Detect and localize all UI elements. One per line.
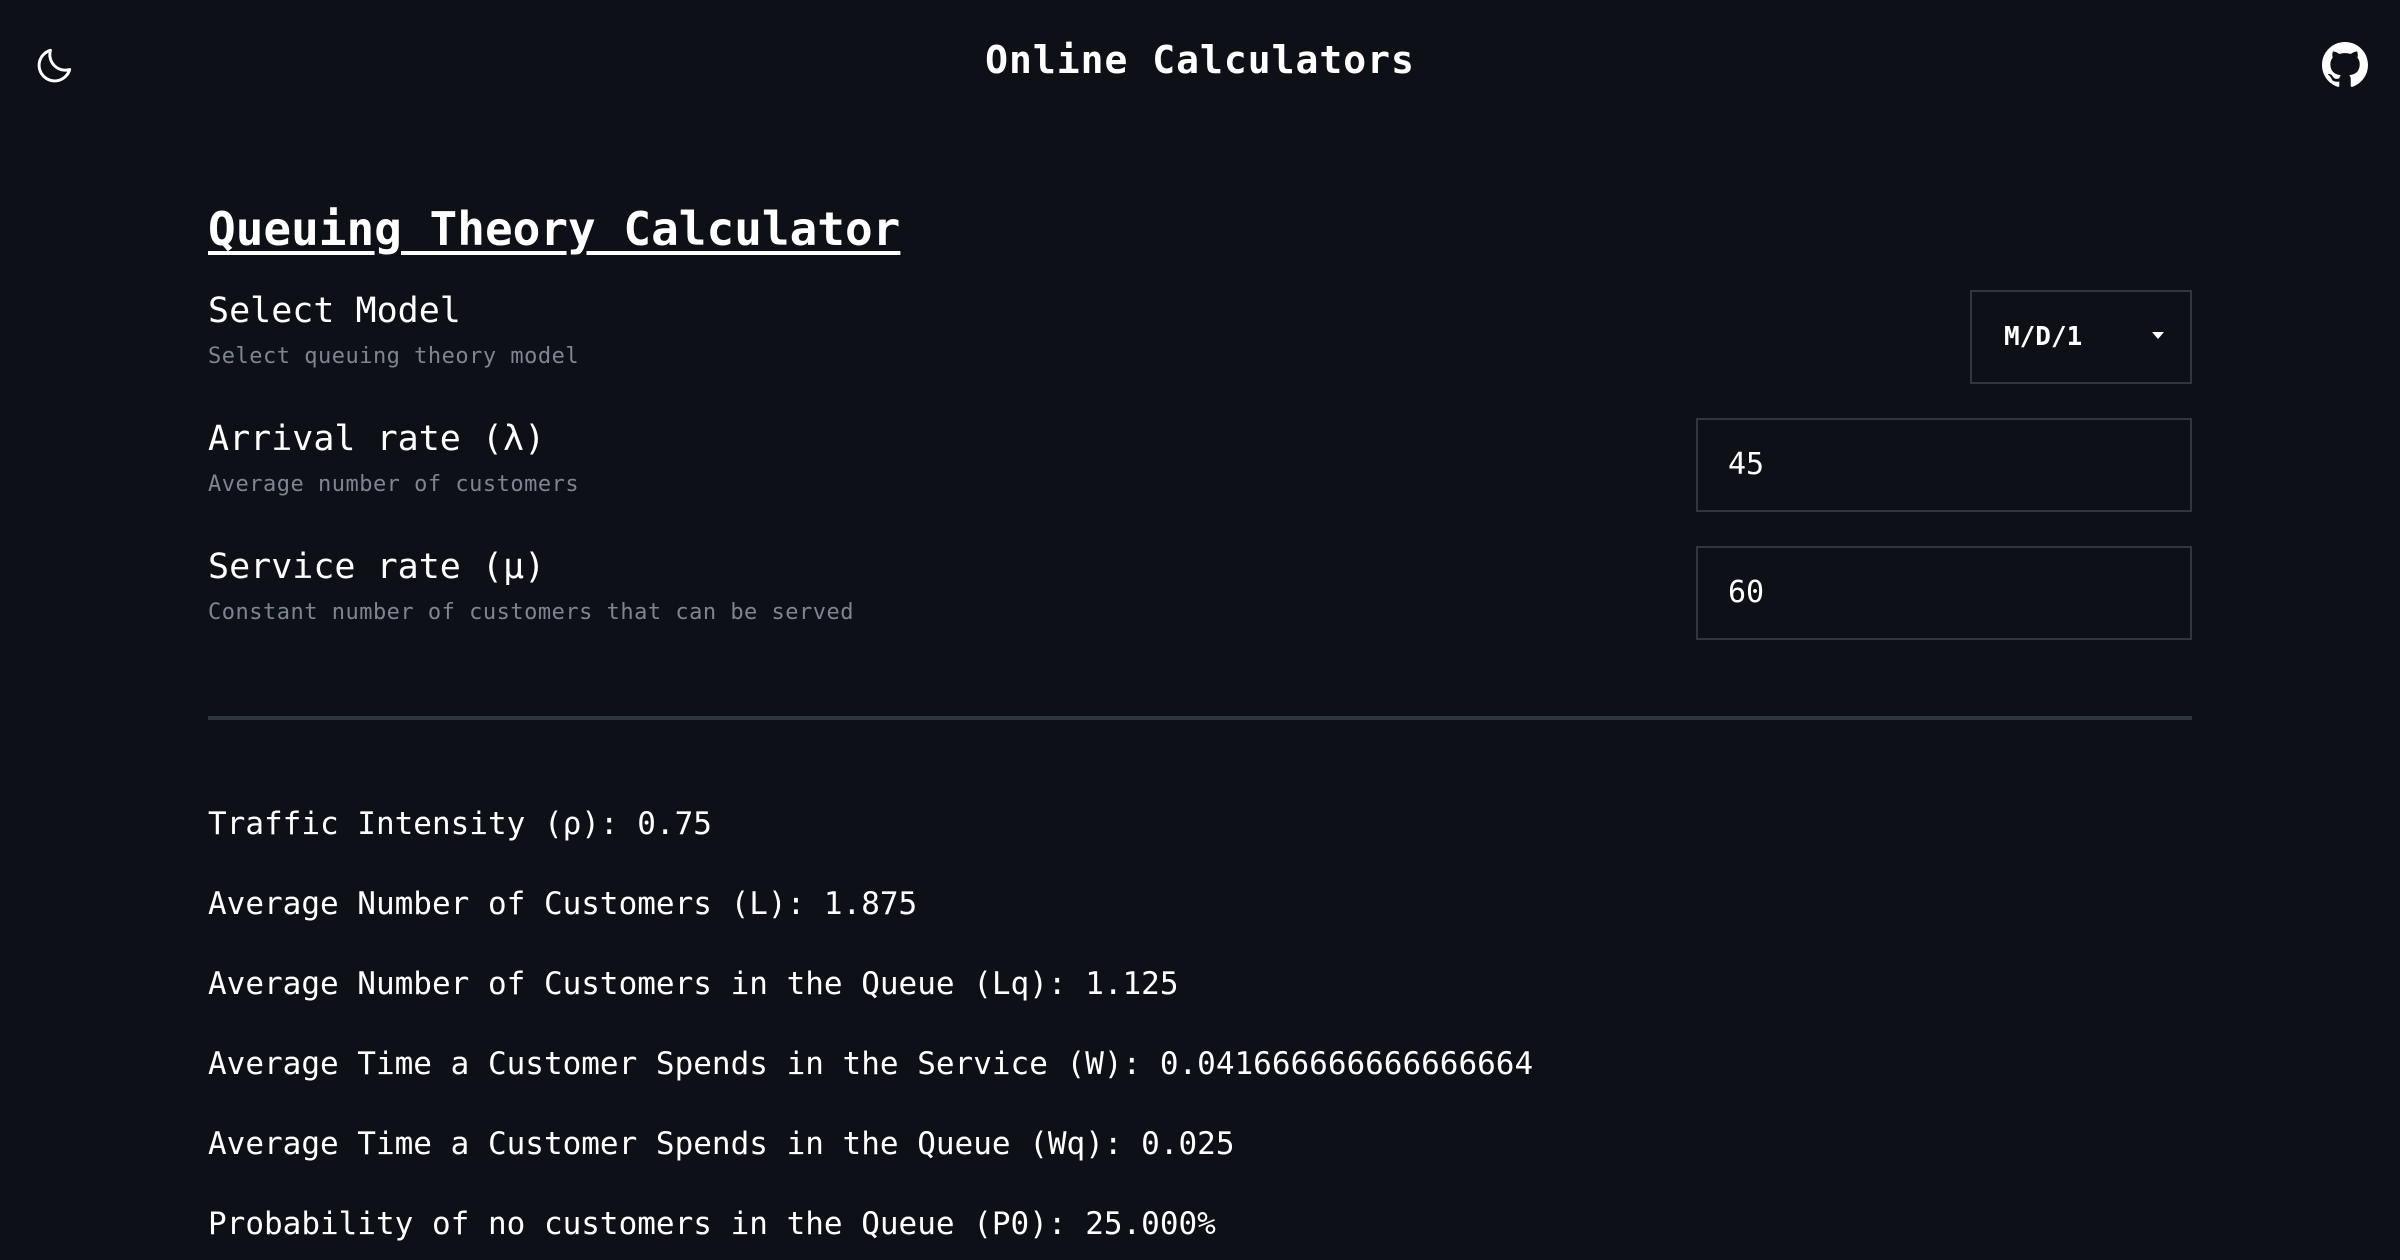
model-hint: Select queuing theory model xyxy=(208,343,580,369)
calculator-form: Queuing Theory Calculator Select Model S… xyxy=(208,200,2192,674)
result-avg-customers: Average Number of Customers (L): 1.875 xyxy=(208,886,918,922)
github-icon xyxy=(2322,42,2368,87)
model-label: Select Model xyxy=(208,290,461,331)
result-avg-time-queue: Average Time a Customer Spends in the Qu… xyxy=(208,1126,1235,1162)
results-section: Traffic Intensity (ρ): 0.75 Average Numb… xyxy=(208,800,2192,1260)
result-avg-time-service: Average Time a Customer Spends in the Se… xyxy=(208,1046,1534,1082)
arrival-rate-hint: Average number of customers xyxy=(208,471,580,497)
model-select-value: M/D/1 xyxy=(2004,321,2083,352)
page: Online Calculators Queuing Theory Calcul… xyxy=(0,0,2400,1260)
service-rate-input[interactable] xyxy=(1696,545,2192,640)
site-title: Online Calculators xyxy=(985,38,1415,82)
result-traffic-intensity: Traffic Intensity (ρ): 0.75 xyxy=(208,806,712,842)
header: Online Calculators xyxy=(0,0,2400,128)
github-link[interactable] xyxy=(2320,40,2370,90)
arrival-rate-row: Arrival rate (λ) Average number of custo… xyxy=(208,417,2192,546)
divider xyxy=(208,716,2192,720)
arrival-rate-label: Arrival rate (λ) xyxy=(208,418,546,459)
service-rate-label: Service rate (μ) xyxy=(208,546,546,587)
result-avg-customers-queue: Average Number of Customers in the Queue… xyxy=(208,966,1179,1002)
result-prob-no-customers: Probability of no customers in the Queue… xyxy=(208,1206,1216,1242)
service-rate-hint: Constant number of customers that can be… xyxy=(208,599,855,625)
caret-down-icon xyxy=(2152,331,2164,339)
service-rate-row: Service rate (μ) Constant number of cust… xyxy=(208,545,2192,674)
arrival-rate-input[interactable] xyxy=(1696,417,2192,512)
model-select[interactable]: M/D/1 xyxy=(1970,289,2192,384)
model-row: Select Model Select queuing theory model… xyxy=(208,289,2192,418)
calculator-title: Queuing Theory Calculator xyxy=(208,202,901,256)
